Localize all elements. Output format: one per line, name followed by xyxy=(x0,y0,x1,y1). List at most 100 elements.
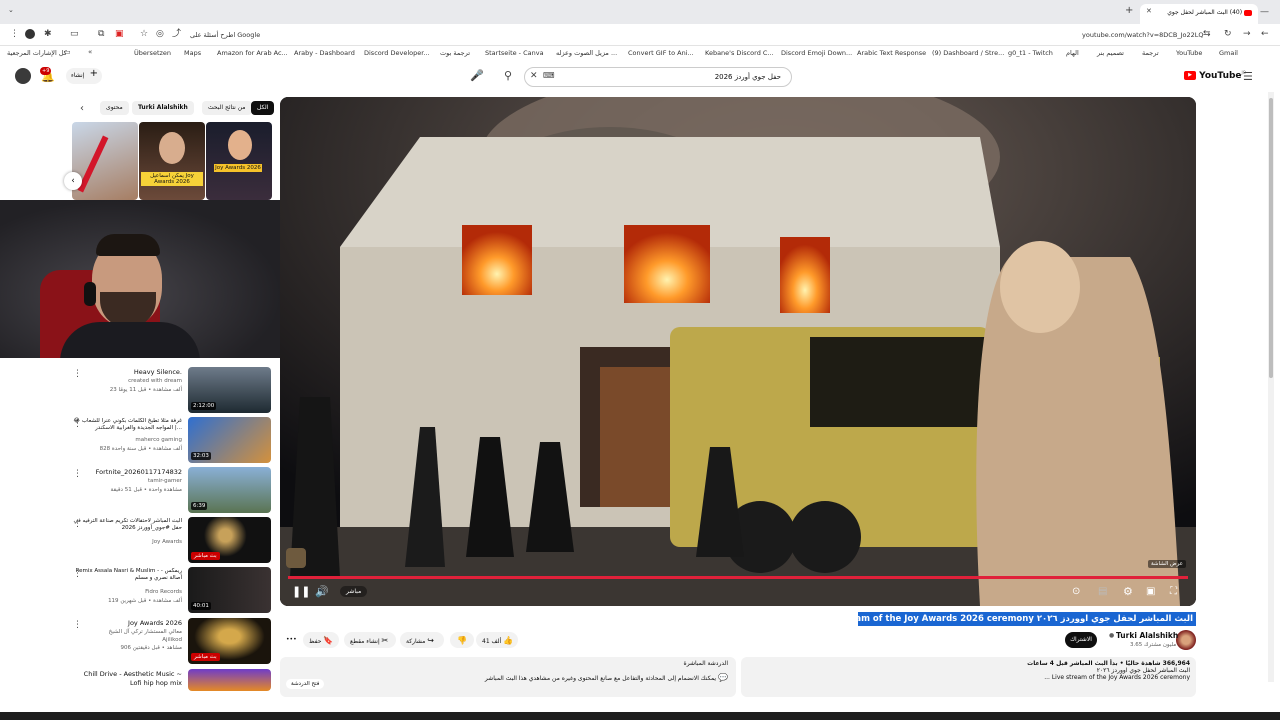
video-title[interactable]: Chill Drive - Aesthetic Music ~ Lofi hip… xyxy=(72,670,182,687)
extension-red-icon[interactable]: ▣ xyxy=(115,30,124,39)
tab-search-icon[interactable]: ⌄ xyxy=(8,7,14,14)
bookmark-item[interactable]: Übersetzen xyxy=(134,49,171,57)
bookmark-item[interactable]: الهام xyxy=(1066,49,1079,57)
video-title[interactable]: Remix Assala Nasri & Muslim - ريمكس - أص… xyxy=(72,568,182,582)
menu-dots-icon[interactable]: ⋮ xyxy=(10,30,19,39)
bookmarks-more-icon[interactable]: « xyxy=(88,49,92,56)
live-indicator[interactable]: مباشر xyxy=(340,586,368,597)
bookmark-item[interactable]: Kebane's Discord C... xyxy=(705,49,774,57)
subscribe-button[interactable]: الاشتراك xyxy=(1065,632,1097,648)
video-title[interactable]: البث المباشر لاحتفالات تكريم صناعة الترف… xyxy=(72,518,182,532)
list-item[interactable]: بث مباشر ⋮ Joy Awards 2026 معالي المستشا… xyxy=(0,618,278,664)
bookmark-item[interactable]: ترجمة بوت xyxy=(440,49,470,57)
bookmark-item[interactable]: (9) Dashboard / Stre... xyxy=(932,49,1004,57)
bookmark-item[interactable]: YouTube xyxy=(1176,49,1202,57)
bookmark-item[interactable]: Discord Emoji Down... xyxy=(781,49,852,57)
tune-icon[interactable]: ⇆ xyxy=(1203,30,1211,39)
extensions-icon[interactable]: ✱ xyxy=(44,30,52,39)
autoplay-toggle-icon[interactable]: ⊙ xyxy=(1072,587,1080,597)
browser-tab[interactable]: (40) البث المباشر لحفل جوي xyxy=(1140,4,1258,24)
progress-bar[interactable] xyxy=(288,576,1188,579)
bookmark-item[interactable]: Araby - Dashboard xyxy=(294,49,355,57)
video-thumbnail[interactable]: 32:03 xyxy=(188,417,271,463)
list-item[interactable]: 40:01 ⋮ Remix Assala Nasri & Muslim - ري… xyxy=(0,567,278,613)
settings-gear-icon[interactable]: ⚙ xyxy=(1123,586,1133,597)
keyboard-icon[interactable]: ⌨ xyxy=(543,72,555,80)
video-title[interactable]: غرفة مثلا تطبخ الكلمات بكوني عنرا للشعاب… xyxy=(72,418,182,432)
volume-icon[interactable]: 🔊 xyxy=(315,586,329,597)
short-thumb[interactable]: Joy Awards 2026 xyxy=(206,122,272,200)
shorts-prev-button[interactable]: ‹ xyxy=(64,172,82,190)
bookmark-item[interactable]: Startseite - Canva xyxy=(485,49,544,57)
video-thumbnail[interactable]: بث مباشر xyxy=(188,517,271,563)
subtitles-icon[interactable]: ▤ xyxy=(1098,587,1107,597)
create-button[interactable]: إنشاء + xyxy=(66,68,102,84)
short-thumb[interactable]: يمكن اسماعيل Joy Awards 2026 xyxy=(139,122,205,200)
bookmark-item[interactable]: Arabic Text Response xyxy=(857,49,926,57)
hamburger-menu-icon[interactable]: ☰ xyxy=(1243,71,1253,82)
microphone-icon[interactable]: 🎤 xyxy=(470,70,484,81)
bookmark-item[interactable]: مزيل الصوت وعزله ... xyxy=(556,49,617,57)
open-chat-button[interactable]: فتح الدردشة xyxy=(286,679,325,689)
like-button[interactable]: 41 ألف 👍 xyxy=(476,632,518,648)
share-page-icon[interactable]: ⤴ xyxy=(172,30,181,39)
list-item[interactable]: Chill Drive - Aesthetic Music ~ Lofi hip… xyxy=(0,669,278,691)
video-player[interactable]: عرض الشاشة ❚❚ 🔊 مباشر ⊙ ▤ ⚙ ▣ ⛶ xyxy=(280,97,1196,606)
video-title[interactable]: Heavy Silence. xyxy=(72,368,182,377)
channel-name[interactable]: created with dream xyxy=(62,378,182,384)
bookmark-item[interactable]: Convert GIF to Ani... xyxy=(628,49,694,57)
user-avatar[interactable] xyxy=(15,68,31,84)
channel-name[interactable]: Joy Awards xyxy=(62,539,182,545)
video-thumbnail[interactable]: 40:01 xyxy=(188,567,271,613)
list-item[interactable]: بث مباشر ⋮ البث المباشر لاحتفالات تكريم … xyxy=(0,517,278,563)
bookmark-item[interactable]: Amazon for Arab Ac... xyxy=(217,49,288,57)
page-scrollbar[interactable] xyxy=(1268,92,1274,682)
chip-channel[interactable]: Turki Alalshikh xyxy=(132,101,194,115)
pause-icon[interactable]: ❚❚ xyxy=(292,586,310,597)
miniplayer-icon[interactable]: ▣ xyxy=(1146,587,1155,597)
bookmark-item[interactable]: Gmail xyxy=(1219,49,1238,57)
fullscreen-icon[interactable]: ⛶ xyxy=(1170,587,1177,597)
tab-close-icon[interactable]: ✕ xyxy=(1146,8,1152,15)
chip-all[interactable]: الكل xyxy=(251,101,275,115)
sidepanel-icon[interactable]: ▭ xyxy=(70,30,79,39)
address-bar-url[interactable]: youtube.com/watch?v=8DCB_Jo22LQ xyxy=(1082,31,1203,39)
video-title[interactable]: Fortnite_20260117174832 xyxy=(72,468,182,477)
video-thumbnail[interactable]: 2:12:00 xyxy=(188,367,271,413)
video-thumbnail[interactable] xyxy=(188,669,271,691)
back-icon[interactable]: ← xyxy=(1261,30,1269,39)
bookmark-item[interactable]: g0_t1 - Twitch xyxy=(1008,49,1053,57)
profile-avatar[interactable] xyxy=(25,29,35,39)
window-minimize-icon[interactable]: — xyxy=(1260,8,1269,17)
search-input[interactable]: حفل جوي أوردز 2026 xyxy=(524,67,792,87)
chip-search-results[interactable]: من نتائج البحث xyxy=(202,101,252,115)
more-actions-button[interactable]: ••• xyxy=(280,632,300,648)
channel-name[interactable]: maherco gaming xyxy=(62,437,182,443)
bookmark-item[interactable]: ترجمة xyxy=(1142,49,1159,57)
chip-more[interactable]: محتوى xyxy=(100,101,129,115)
bookmark-item[interactable]: تصميم بنر xyxy=(1097,49,1124,57)
forward-icon[interactable]: → xyxy=(1243,30,1251,39)
clip-button[interactable]: إنشاء مقطع ✂ xyxy=(344,632,396,648)
dislike-button[interactable]: 👎 xyxy=(450,632,474,648)
channel-name[interactable]: tamir-gamer xyxy=(62,478,182,484)
video-title[interactable]: Joy Awards 2026 xyxy=(72,619,182,628)
new-tab-button[interactable]: + xyxy=(1125,6,1133,16)
channel-name[interactable]: Fidro Records xyxy=(62,589,182,595)
list-item[interactable]: 6:39 ⋮ Fortnite_20260117174832 tamir-gam… xyxy=(0,467,278,513)
list-item[interactable]: 32:03 ⋮ غرفة مثلا تطبخ الكلمات بكوني عنر… xyxy=(0,417,278,463)
reload-icon[interactable]: ↻ xyxy=(1224,30,1232,39)
youtube-logo[interactable]: ▶ YouTubeJO xyxy=(1184,70,1246,81)
short-thumb[interactable] xyxy=(72,122,138,200)
cast-icon[interactable]: ⧉ xyxy=(98,30,104,39)
bookmark-item[interactable]: Maps xyxy=(184,49,201,57)
list-item[interactable]: 2:12:00 ⋮ Heavy Silence. created with dr… xyxy=(0,367,278,413)
eye-off-icon[interactable]: ◎ xyxy=(156,30,164,39)
share-button[interactable]: مشاركة ↪ xyxy=(400,632,444,648)
video-thumbnail[interactable]: بث مباشر xyxy=(188,618,271,664)
channel-name[interactable]: معالي المستشار تركي آل الشيخ xyxy=(62,629,182,635)
channel-avatar[interactable] xyxy=(1176,630,1196,650)
search-icon[interactable]: ⚲ xyxy=(504,70,512,81)
channel-name[interactable]: Turki Alalshikh xyxy=(1116,631,1178,640)
all-bookmarks-link[interactable]: كل الإشارات المرجعية xyxy=(7,49,67,57)
